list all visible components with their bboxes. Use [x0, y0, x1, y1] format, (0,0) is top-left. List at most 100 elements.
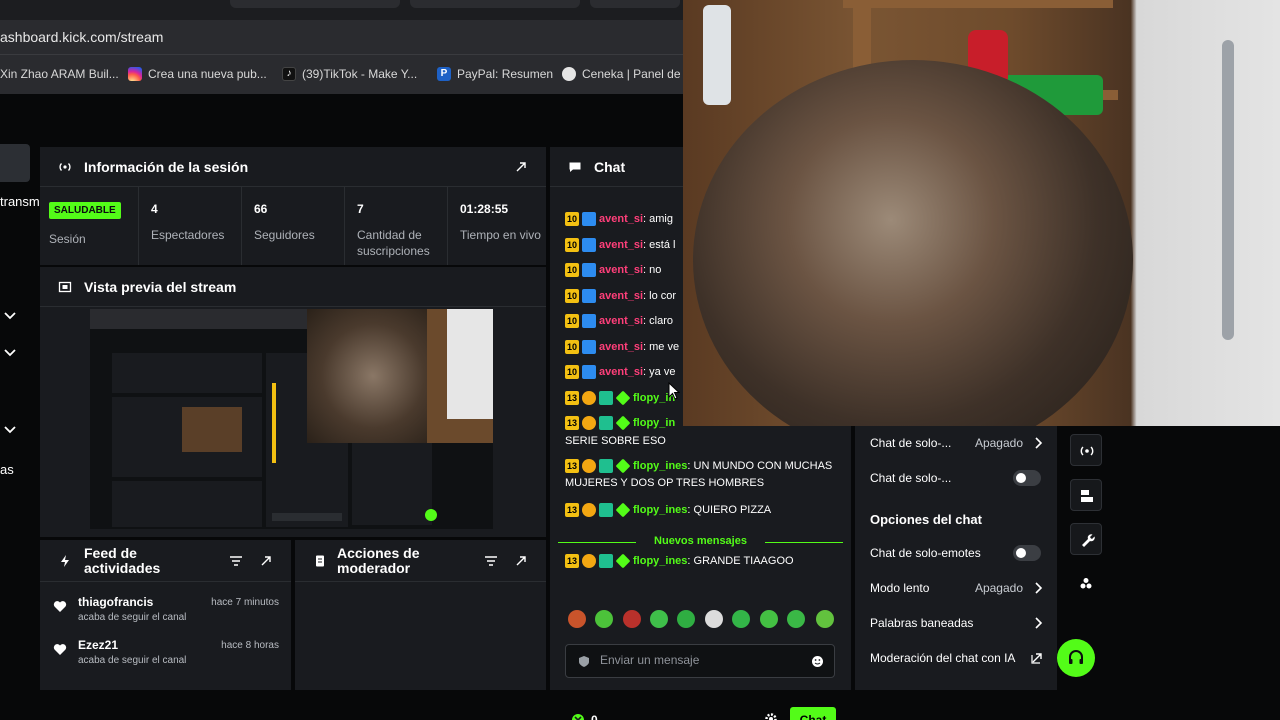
bookmark-item[interactable]: P PayPal: Resumen: [437, 67, 553, 81]
chat-message[interactable]: 10 avent_si: claro: [565, 313, 673, 330]
bookmark-item[interactable]: Ceneka | Panel de c: [562, 67, 690, 81]
nav-active-item[interactable]: [0, 144, 30, 182]
feed-item[interactable]: thiagofrancis acaba de seguir el canal h…: [40, 595, 291, 637]
chat-username[interactable]: flopy_ines: [633, 555, 687, 567]
setting-label: Moderación del chat con IA: [870, 651, 1016, 665]
nav-item-transmit[interactable]: transm: [0, 194, 40, 209]
browser-tab[interactable]: [410, 0, 580, 8]
chat-username[interactable]: flopy_ines: [633, 504, 687, 516]
chat-username[interactable]: avent_si: [599, 213, 643, 225]
feed-item[interactable]: Ezez21 acaba de seguir el canal hace 8 h…: [40, 638, 291, 680]
preview-nested-cam: [182, 407, 242, 452]
chat-text: : me ve: [643, 341, 680, 353]
chat-message[interactable]: 13 flopy_ines: UN MUNDO CON MUCHAS MUJERE…: [565, 458, 835, 492]
toggle-switch[interactable]: [1013, 545, 1041, 561]
chat-message[interactable]: 13 flopy_ines: QUIERO PIZZA: [565, 502, 771, 519]
chat-username[interactable]: avent_si: [599, 239, 643, 251]
emoji-icon[interactable]: [811, 655, 824, 668]
feed-user[interactable]: thiagofrancis: [78, 595, 153, 609]
emote-icon[interactable]: [760, 610, 778, 628]
gear-icon[interactable]: [764, 712, 778, 720]
filter-icon[interactable]: [229, 554, 243, 568]
chevron-right-icon[interactable]: [1033, 582, 1043, 594]
chat-username[interactable]: flopy_ines: [633, 460, 687, 472]
level-badge: 10: [565, 314, 579, 329]
chat-input-box[interactable]: [565, 644, 835, 678]
moderator-badge-icon: [582, 340, 596, 355]
level-badge: 10: [565, 365, 579, 380]
chevron-right-icon[interactable]: [1033, 437, 1043, 449]
setting-value: Apagado: [974, 581, 1023, 595]
toggle-switch[interactable]: [1013, 470, 1041, 486]
level-badge: 10: [565, 212, 579, 227]
chevron-down-icon[interactable]: [4, 424, 16, 436]
emote-icon[interactable]: [732, 610, 750, 628]
feed-time: hace 8 horas: [221, 640, 279, 651]
chat-text: : QUIERO PIZZA: [687, 504, 772, 516]
bookmark-item[interactable]: Xin Zhao ARAM Buil...: [0, 67, 119, 81]
bookmark-label: Crea una nueva pub...: [148, 67, 267, 81]
preview-feed-thumb: [112, 481, 262, 527]
apps-icon[interactable]: [1078, 576, 1094, 592]
chat-message[interactable]: 13 flopy_ines: GRANDE TIAAGOO: [565, 553, 794, 570]
chat-message[interactable]: 10 avent_si: amig: [565, 211, 673, 228]
chat-username[interactable]: flopy_in: [633, 417, 675, 429]
browser-tab[interactable]: [590, 0, 680, 8]
chevron-right-icon[interactable]: [1033, 617, 1043, 629]
bookmark-item[interactable]: Crea una nueva pub...: [128, 67, 267, 81]
chat-message[interactable]: 10 avent_si: ya ve: [565, 364, 675, 381]
subscriber-badge-icon: [599, 391, 613, 406]
tools-rail-button[interactable]: [1070, 523, 1102, 555]
chat-message[interactable]: 10 avent_si: me ve: [565, 339, 679, 356]
stream-preview-video[interactable]: [90, 309, 493, 529]
emote-icon[interactable]: [787, 610, 805, 628]
points-icon[interactable]: [571, 713, 585, 720]
stat-label: Tiempo en vivo: [460, 228, 541, 242]
broadcast-icon: [59, 163, 71, 171]
chat-username[interactable]: avent_si: [599, 341, 643, 353]
chat-message[interactable]: 13 flopy_in: [565, 390, 675, 407]
emote-icon[interactable]: [705, 610, 723, 628]
nav-item-as[interactable]: as: [0, 462, 14, 477]
new-messages-divider[interactable]: Nuevos mensajes: [558, 535, 843, 547]
chat-message[interactable]: 10 avent_si: está l: [565, 237, 675, 254]
chat-username[interactable]: avent_si: [599, 290, 643, 302]
layout-rail-button[interactable]: [1070, 479, 1102, 511]
setting-row[interactable]: Palabras baneadas: [870, 616, 1048, 630]
emote-icon[interactable]: [623, 610, 641, 628]
chat-message[interactable]: 13 flopy_in: [565, 415, 675, 432]
feed-user[interactable]: Ezez21: [78, 638, 118, 652]
send-chat-button[interactable]: Chat: [790, 707, 836, 720]
chat-username[interactable]: avent_si: [599, 366, 643, 378]
emote-icon[interactable]: [816, 610, 834, 628]
preview-session-thumb: [112, 353, 262, 393]
verified-badge-icon: [615, 415, 631, 431]
chat-message[interactable]: 10 avent_si: no: [565, 262, 661, 279]
url-text[interactable]: ashboard.kick.com/stream: [0, 29, 163, 45]
bookmark-item[interactable]: ♪ (39)TikTok - Make Y...: [282, 67, 417, 81]
bookmark-label: (39)TikTok - Make Y...: [302, 67, 418, 81]
broadcast-rail-button[interactable]: [1070, 434, 1102, 466]
popout-icon[interactable]: [514, 554, 528, 568]
browser-tab[interactable]: [230, 0, 400, 8]
chat-message-input[interactable]: [600, 653, 800, 667]
help-chat-button[interactable]: [1057, 639, 1095, 677]
chat-message[interactable]: 10 avent_si: lo cor: [565, 288, 676, 305]
setting-row[interactable]: Moderación del chat con IA: [870, 651, 1030, 665]
chevron-down-icon[interactable]: [4, 310, 16, 322]
chat-username[interactable]: avent_si: [599, 315, 643, 327]
chat-username[interactable]: avent_si: [599, 264, 643, 276]
moderator-actions-panel: Acciones de moderador: [295, 540, 546, 690]
emote-icon[interactable]: [568, 610, 586, 628]
popout-icon[interactable]: [259, 554, 273, 568]
filter-icon[interactable]: [484, 554, 498, 568]
chevron-down-icon[interactable]: [4, 347, 16, 359]
popout-icon[interactable]: [514, 160, 528, 174]
wrench-icon: [1082, 534, 1095, 547]
verified-badge-icon: [615, 458, 631, 474]
chat-text: : claro: [643, 315, 673, 327]
emote-icon[interactable]: [677, 610, 695, 628]
emote-icon[interactable]: [595, 610, 613, 628]
emote-icon[interactable]: [650, 610, 668, 628]
external-link-icon[interactable]: [1031, 652, 1043, 664]
